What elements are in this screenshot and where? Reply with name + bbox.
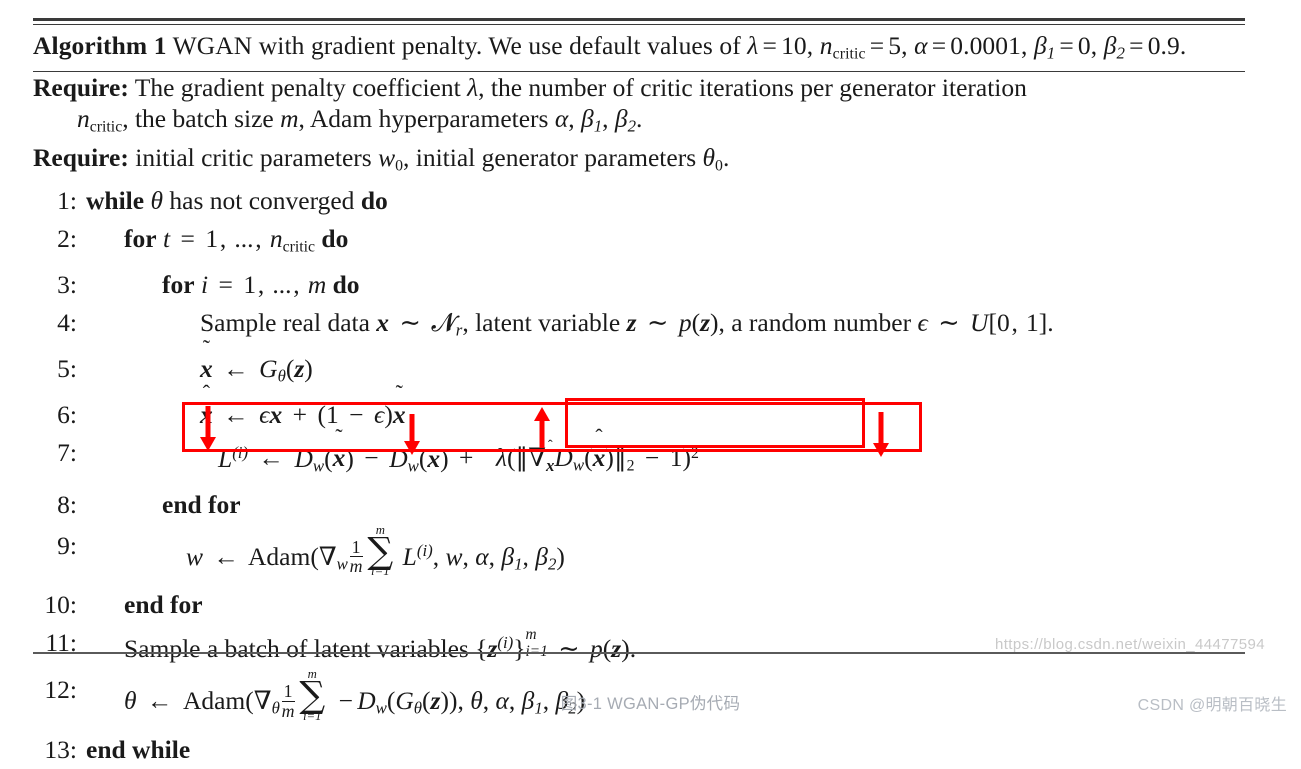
alpha-value: 0.0001 xyxy=(950,30,1021,60)
algorithm-block: Algorithm 1 WGAN with gradient penalty. … xyxy=(33,18,1245,769)
gradient-penalty-term: λ(∥∇ ˆ xDw(ˆ x)∥2 − 1)2 xyxy=(495,425,699,476)
step-number: 1: xyxy=(57,185,77,215)
step-row: 2: for t = 1, ..., ncritic do xyxy=(33,220,1245,266)
beta2-value: 0.9 xyxy=(1147,30,1180,60)
lambda-value: 10 xyxy=(781,30,807,60)
step-content-loss: L(i) ← Dw(˜ x) − Dw(x) + λ(∥∇ ˆ xDw(ˆ x)∥2 −… xyxy=(218,425,699,476)
step-number: 5: xyxy=(57,353,77,383)
step-content: ˆx ← ϵx + (1 − ϵ) ˜ x xyxy=(200,381,406,429)
algorithm-title: Algorithm 1 WGAN with gradient penalty. … xyxy=(33,25,1245,71)
step-content: end while xyxy=(86,734,191,764)
algorithm-steps: 1: while θ has not converged do 2: for t… xyxy=(33,182,1245,769)
require-line-1: Require: The gradient penalty coefficien… xyxy=(33,72,1027,136)
beta1-value: 0 xyxy=(1077,30,1091,60)
csdn-author-credit: CSDN @明朝百晓生 xyxy=(1137,697,1287,714)
step-number: 8: xyxy=(57,489,77,519)
step-row: 6: ˆx ← ϵx + (1 − ϵ) ˜ x xyxy=(33,381,1245,434)
csdn-watermark: https://blog.csdn.net/weixin_44477594 xyxy=(995,636,1265,653)
step-row: 9: w ← Adam(∇w 1 m m ∑ i=1 L(i), w, α, β1, β2… xyxy=(33,524,1245,587)
algorithm-title-math: λ = 10, ncritic = 5, α = 0.0001, β1 = 0, β2 = 0.9. xyxy=(747,30,1187,63)
step-content: for i = 1, ..., m do xyxy=(162,270,360,300)
step-number: 6: xyxy=(57,399,77,429)
step-row: 1: while θ has not converged do xyxy=(33,182,1245,220)
step-number: 4: xyxy=(57,308,77,338)
step-content: end for xyxy=(124,590,203,620)
n-critic-value: 5 xyxy=(888,30,902,60)
algorithm-title-text: WGAN with gradient penalty. We use defau… xyxy=(172,30,741,60)
require-label-1: Require: xyxy=(33,72,129,102)
step-number: 7: xyxy=(57,437,77,467)
step-content: for t = 1, ..., ncritic do xyxy=(124,223,349,256)
step-row: 10: end for xyxy=(33,586,1245,624)
step-row: 5: ˜ x ← Gθ(z) xyxy=(33,335,1245,396)
rule-bottom xyxy=(33,652,1245,654)
step-content: w ← Adam(∇w 1 m m ∑ i=1 L(i), w, α, β1, β2) xyxy=(186,522,565,579)
step-number: 3: xyxy=(57,270,77,300)
step-content: while θ has not converged do xyxy=(86,185,388,215)
require-line-2: Require: initial critic parameters w0, i… xyxy=(33,143,730,175)
step-content: ˜ x ← Gθ(z) xyxy=(200,335,313,386)
step-number: 13: xyxy=(44,734,77,764)
step-row: 8: end for xyxy=(33,486,1245,524)
step-number: 10: xyxy=(44,590,77,620)
step-content: Sample real data x ∼ 𝓝r, latent variable… xyxy=(200,308,1054,340)
step-number: 11: xyxy=(45,628,77,658)
step-content: end for xyxy=(162,489,241,519)
step-row: 13: end while xyxy=(33,731,1245,769)
figure-caption: 图3-1 WGAN-GP伪代码 xyxy=(560,695,741,713)
step-row: 4: Sample real data x ∼ 𝓝r, latent varia… xyxy=(33,304,1245,350)
step-row: 3: for i = 1, ..., m do xyxy=(33,266,1245,304)
step-row-loss: 7: L(i) ← Dw(˜ x) − Dw(x) + λ(∥∇ ˆ xDw(ˆ x)∥… xyxy=(33,425,1245,486)
algorithm-number: Algorithm 1 xyxy=(33,30,167,60)
step-number: 2: xyxy=(57,223,77,253)
step-number: 9: xyxy=(57,530,77,560)
require-label-2: Require: xyxy=(33,143,129,173)
